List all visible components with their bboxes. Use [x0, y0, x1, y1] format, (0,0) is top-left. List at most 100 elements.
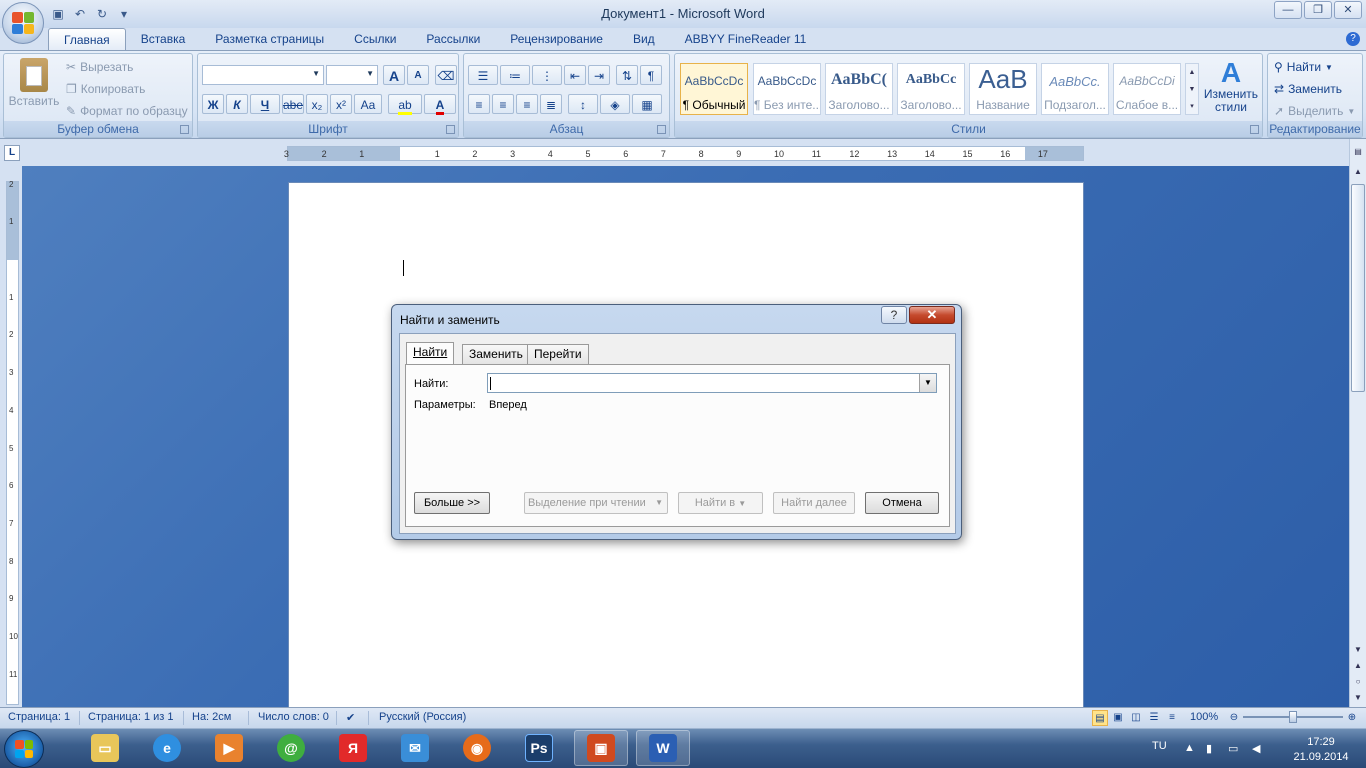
proofing-icon[interactable]: ✔	[346, 711, 355, 724]
taskbar-media-player[interactable]: ▶	[202, 730, 256, 766]
grow-font-button[interactable]: A	[383, 65, 405, 85]
maximize-button[interactable]: ❐	[1304, 1, 1332, 19]
draft-icon[interactable]: ≡	[1164, 710, 1180, 726]
print-layout-icon[interactable]: ▤	[1092, 710, 1108, 726]
find-input[interactable]: ▼	[487, 373, 937, 393]
taskbar-explorer[interactable]: ▭	[78, 730, 132, 766]
justify-icon[interactable]: ≣	[540, 94, 562, 114]
status-language[interactable]: Русский (Россия)	[379, 711, 466, 723]
italic-button[interactable]: К	[226, 94, 248, 114]
find-in-button[interactable]: Найти в ▼	[678, 492, 763, 514]
align-left-icon[interactable]: ≡	[468, 94, 490, 114]
find-button[interactable]: ⚲ Найти ▼	[1274, 60, 1333, 74]
numbering-icon[interactable]: ≔	[500, 65, 530, 85]
tray-language[interactable]: TU	[1152, 740, 1167, 752]
change-case-button[interactable]: Aa	[354, 94, 382, 114]
tab-home[interactable]: Главная	[48, 28, 126, 50]
tab-mailings[interactable]: Рассылки	[411, 28, 495, 50]
display-icon[interactable]: ▭	[1228, 742, 1238, 755]
tab-page-layout[interactable]: Разметка страницы	[200, 28, 339, 50]
replace-button[interactable]: ⇄ Заменить	[1274, 82, 1342, 96]
font-size-combo[interactable]: ▼	[326, 65, 378, 85]
help-button[interactable]: ?	[881, 306, 907, 324]
style-heading-1[interactable]: AaBbC( Заголово...	[825, 63, 893, 115]
zoom-slider-thumb[interactable]	[1289, 711, 1297, 723]
scroll-up-icon[interactable]: ▲	[1351, 165, 1365, 179]
taskbar-mail[interactable]: ✉	[388, 730, 442, 766]
more-button[interactable]: Больше >>	[414, 492, 490, 514]
ruler-toggle-icon[interactable]: ▤	[1351, 145, 1365, 159]
style-normal[interactable]: AaBbCcDc ¶ Обычный	[680, 63, 748, 115]
taskbar-ie[interactable]: e	[140, 730, 194, 766]
taskbar-photoshop[interactable]: Ps	[512, 730, 566, 766]
align-right-icon[interactable]: ≡	[516, 94, 538, 114]
tab-review[interactable]: Рецензирование	[495, 28, 618, 50]
align-center-icon[interactable]: ≡	[492, 94, 514, 114]
dialog-launcher-icon[interactable]	[1250, 125, 1259, 134]
font-color-icon[interactable]: A	[424, 94, 456, 115]
tab-view[interactable]: Вид	[618, 28, 670, 50]
volume-icon[interactable]: ◀	[1252, 742, 1260, 755]
shading-icon[interactable]: ◈	[600, 94, 630, 114]
font-name-combo[interactable]: ▼	[202, 65, 324, 85]
tab-references[interactable]: Ссылки	[339, 28, 411, 50]
start-button[interactable]	[4, 730, 44, 768]
reading-highlight-button[interactable]: Выделение при чтении ▼	[524, 492, 668, 514]
style-no-spacing[interactable]: AaBbCcDc ¶ Без инте...	[753, 63, 821, 115]
taskbar-mail-agent[interactable]: @	[264, 730, 318, 766]
status-page[interactable]: Страница: 1	[8, 711, 70, 723]
cut-button[interactable]: ✂ Вырезать	[66, 60, 133, 74]
full-screen-reading-icon[interactable]: ▣	[1110, 710, 1126, 726]
bold-button[interactable]: Ж	[202, 94, 224, 114]
horizontal-ruler[interactable]: 3 2 1 1 2 3 4 5 6 7 8 9 10 11 12 13 14 15 16 17	[284, 146, 1084, 161]
dialog-tab-replace[interactable]: Заменить	[462, 344, 530, 364]
browse-object-icon[interactable]: ○	[1351, 675, 1365, 689]
multilevel-list-icon[interactable]: ⋮	[532, 65, 562, 85]
tab-abbyy[interactable]: ABBYY FineReader 11	[670, 28, 822, 50]
strikethrough-button[interactable]: abe	[282, 94, 304, 114]
status-words[interactable]: Число слов: 0	[258, 711, 329, 723]
styles-scroll[interactable]: ▲ ▼ ▾	[1185, 63, 1199, 115]
taskbar-powerpoint[interactable]: ▣	[574, 730, 628, 766]
clear-format-icon[interactable]: ⌫	[435, 65, 457, 85]
scroll-down-icon[interactable]: ▼	[1351, 643, 1365, 657]
chevron-down-icon[interactable]: ▼	[919, 374, 936, 392]
style-title[interactable]: AaB Название	[969, 63, 1037, 115]
taskbar-yandex[interactable]: Я	[326, 730, 380, 766]
taskbar-firefox[interactable]: ◉	[450, 730, 504, 766]
minimize-button[interactable]: —	[1274, 1, 1302, 19]
dialog-launcher-icon[interactable]	[180, 125, 189, 134]
pilcrow-icon[interactable]: ¶	[640, 65, 662, 85]
close-dialog-button[interactable]: ✕	[909, 306, 955, 324]
vertical-scrollbar[interactable]: ▤ ▲ ▼ ▲ ○ ▼	[1349, 139, 1366, 707]
select-button[interactable]: ➚ Выделить ▼	[1274, 104, 1355, 118]
prev-page-icon[interactable]: ▲	[1351, 659, 1365, 673]
change-styles-button[interactable]: A Изменить стили	[1202, 58, 1260, 114]
battery-icon[interactable]: ▮	[1206, 742, 1212, 755]
scroll-thumb[interactable]	[1351, 184, 1365, 392]
copy-button[interactable]: ❐ Копировать	[66, 82, 145, 96]
sort-icon[interactable]: ⇅	[616, 65, 638, 85]
taskbar-word[interactable]: W	[636, 730, 690, 766]
office-button[interactable]	[2, 2, 44, 44]
style-subtle-emphasis[interactable]: AaBbCcDi Слабое в...	[1113, 63, 1181, 115]
tab-insert[interactable]: Вставка	[126, 28, 201, 50]
highlight-icon[interactable]: ab	[388, 94, 422, 115]
tab-selector-button[interactable]: L	[4, 145, 20, 161]
help-icon[interactable]: ?	[1346, 32, 1360, 46]
subscript-button[interactable]: x₂	[306, 94, 328, 114]
decrease-indent-icon[interactable]: ⇤	[564, 65, 586, 85]
dialog-tab-goto[interactable]: Перейти	[527, 344, 589, 364]
status-position[interactable]: На: 2см	[192, 711, 231, 723]
vertical-ruler[interactable]: 2 1 1 2 3 4 5 6 7 8 9 10 11	[6, 180, 19, 705]
style-heading-2[interactable]: AaBbCc Заголово...	[897, 63, 965, 115]
superscript-button[interactable]: x²	[330, 94, 352, 114]
web-layout-icon[interactable]: ◫	[1128, 710, 1144, 726]
zoom-out-icon[interactable]: ⊖	[1226, 710, 1242, 726]
style-subtitle[interactable]: AaBbCc. Подзагол...	[1041, 63, 1109, 115]
status-pages[interactable]: Страница: 1 из 1	[88, 711, 174, 723]
borders-icon[interactable]: ▦	[632, 94, 662, 114]
increase-indent-icon[interactable]: ⇥	[588, 65, 610, 85]
show-hidden-icons-icon[interactable]: ▲	[1184, 742, 1195, 754]
bullets-icon[interactable]: ☰	[468, 65, 498, 85]
